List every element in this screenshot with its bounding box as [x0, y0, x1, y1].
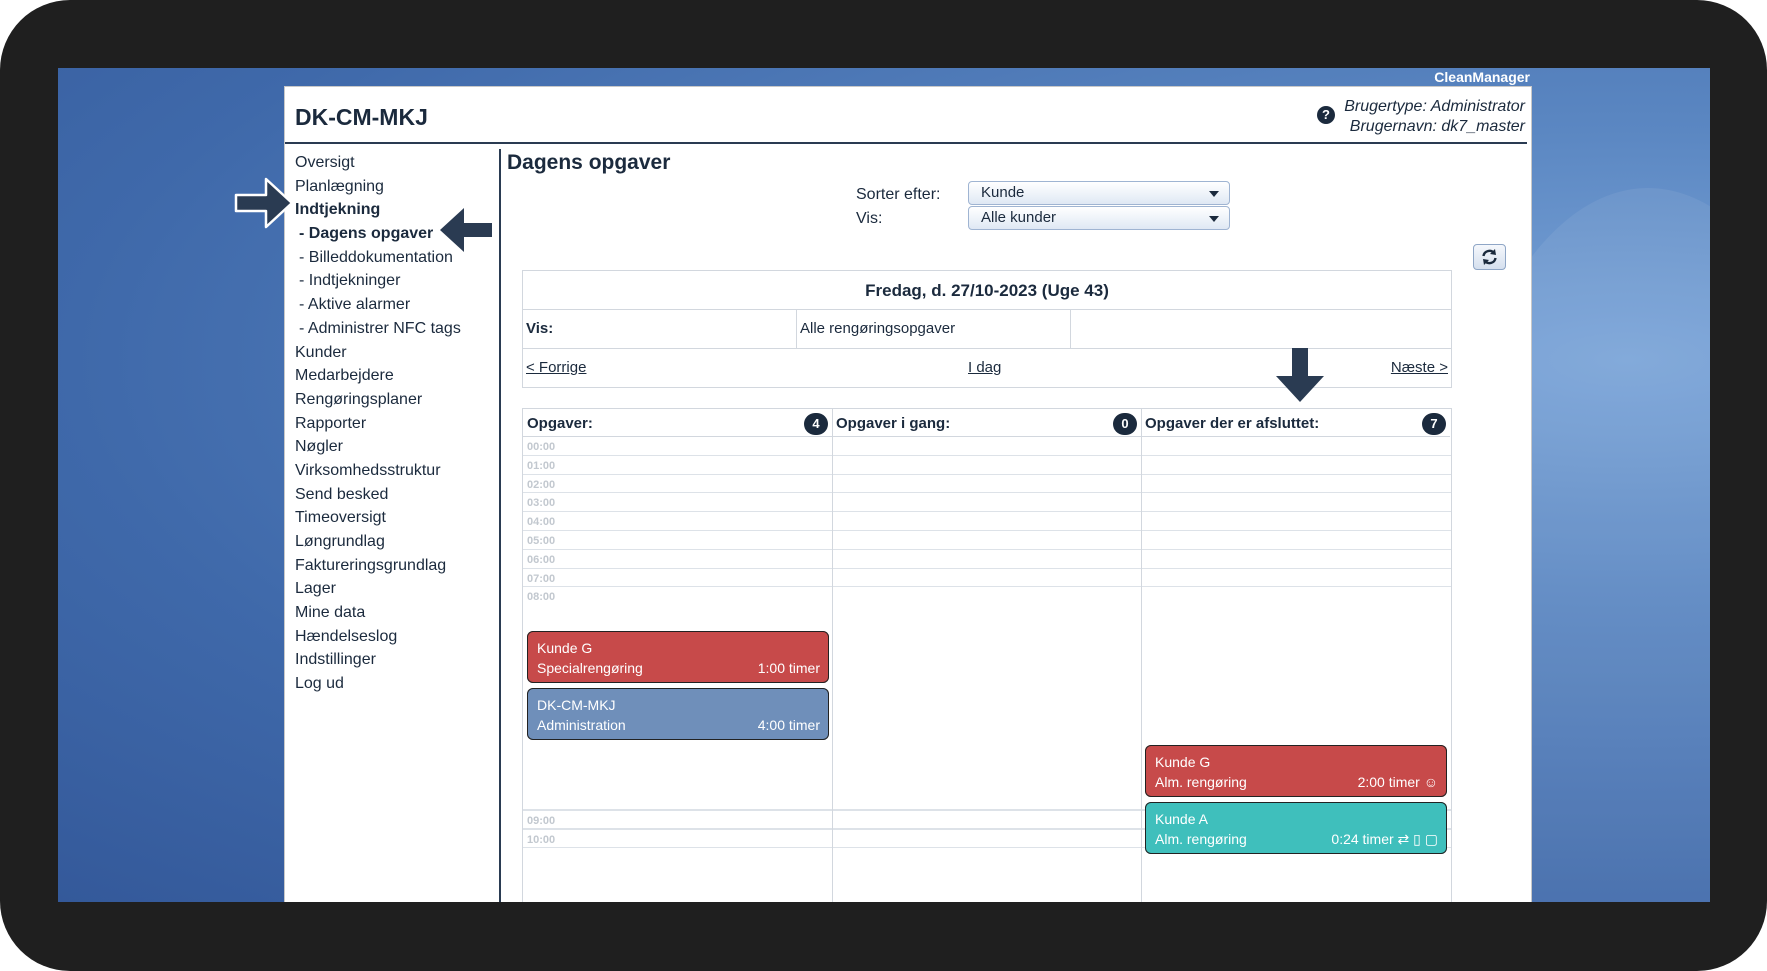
sidebar-item-faktureringsgrundlag[interactable]: Faktureringsgrundlag — [295, 554, 495, 578]
hour-label: 04:00 — [527, 516, 556, 529]
filter-label: Vis: — [523, 310, 797, 348]
task-service: Alm. rengøring — [1155, 831, 1247, 847]
hour-label: 00:00 — [527, 441, 556, 453]
hour-row: 06:00 — [523, 550, 1451, 569]
today-link[interactable]: I dag — [968, 359, 1001, 376]
sidebar-item-kunder[interactable]: Kunder — [295, 341, 495, 365]
arrow-right-icon — [234, 177, 294, 229]
count-badge: 0 — [1113, 413, 1137, 435]
hour-label: 07:00 — [527, 572, 556, 585]
filter-row: Vis: Alle rengøringsopgaver — [522, 309, 1452, 349]
hour-row: 07:00 — [523, 569, 1451, 588]
desktop-screen: CleanManager DK-CM-MKJ ? Brugertype: Adm… — [58, 68, 1710, 902]
sidebar-item-indstillinger[interactable]: Indstillinger — [295, 648, 495, 672]
hour-row: 02:00 — [523, 475, 1451, 494]
sidebar-item-rapporter[interactable]: Rapporter — [295, 412, 495, 436]
task-duration: 4:00 timer — [757, 717, 820, 733]
hour-row: 03:00 — [523, 493, 1451, 513]
hour-label: 02:00 — [527, 478, 556, 491]
next-day-link[interactable]: Næste > — [1391, 359, 1448, 376]
sidebar-item-aktive-alarmer[interactable]: - Aktive alarmer — [295, 293, 495, 317]
brand-label: CleanManager — [1434, 69, 1530, 85]
arrow-left-icon — [440, 208, 492, 252]
sidebar-item-send-besked[interactable]: Send besked — [295, 483, 495, 507]
task-customer: Kunde G — [537, 640, 593, 656]
sidebar-item-indtjekninger[interactable]: - Indtjekninger — [295, 269, 495, 293]
column-title: Opgaver i gang: — [836, 415, 951, 432]
hour-row: 00:00 — [523, 437, 1451, 456]
filter-value: Alle rengøringsopgaver — [797, 310, 1071, 348]
sidebar-divider — [499, 149, 501, 902]
task-duration: 0:24 timer ⇄ ▯ ▢ — [1331, 831, 1438, 847]
sort-select[interactable]: Kunde — [968, 181, 1230, 205]
question-circle-icon[interactable]: ? — [1317, 106, 1335, 124]
sidebar-item-log-ud[interactable]: Log ud — [295, 672, 495, 696]
task-customer: Kunde A — [1155, 811, 1208, 827]
hour-label: 01:00 — [527, 459, 556, 472]
refresh-button[interactable] — [1473, 244, 1506, 270]
task-service: Alm. rengøring — [1155, 774, 1247, 790]
hour-label: 09:00 — [527, 815, 556, 827]
prev-day-link[interactable]: < Forrige — [526, 359, 586, 376]
sidebar-item-lager[interactable]: Lager — [295, 577, 495, 601]
sort-label: Sorter efter: — [856, 186, 941, 203]
sidebar-item-nogler[interactable]: Nøgler — [295, 435, 495, 459]
task-service: Specialrengøring — [537, 660, 643, 676]
arrow-down-icon — [1276, 348, 1324, 402]
user-info: Brugertype: Administrator Brugernavn: dk… — [1344, 97, 1525, 137]
hour-row: 01:00 — [523, 456, 1451, 475]
task-card[interactable]: DK-CM-MKJ Administration 4:00 timer — [527, 688, 829, 740]
column-afsluttet: Opgaver der er afsluttet: 7 — [1141, 409, 1450, 437]
sidebar-item-rengoringsplaner[interactable]: Rengøringsplaner — [295, 388, 495, 412]
sidebar-item-medarbejdere[interactable]: Medarbejdere — [295, 364, 495, 388]
chevron-down-icon — [1209, 216, 1219, 222]
sidebar-item-nfc-tags[interactable]: - Administrer NFC tags — [295, 317, 495, 341]
count-badge: 7 — [1422, 413, 1446, 435]
hour-row: 05:00 — [523, 531, 1451, 550]
show-select-value: Alle kunder — [981, 209, 1057, 226]
sidebar-item-haendelseslog[interactable]: Hændelseslog — [295, 625, 495, 649]
sort-select-value: Kunde — [981, 184, 1025, 201]
app-title: DK-CM-MKJ — [295, 104, 428, 130]
device-frame: CleanManager DK-CM-MKJ ? Brugertype: Adm… — [0, 0, 1767, 971]
column-opgaver: Opgaver: 4 — [523, 409, 832, 437]
refresh-icon — [1482, 249, 1497, 265]
title-divider — [285, 142, 1527, 144]
hour-label: 10:00 — [527, 833, 556, 846]
column-i-gang: Opgaver i gang: 0 — [832, 409, 1141, 437]
column-divider — [832, 409, 833, 902]
hour-label: 06:00 — [527, 553, 556, 566]
task-duration: 1:00 timer — [757, 660, 820, 676]
show-label: Vis: — [856, 210, 883, 227]
user-type: Brugertype: Administrator — [1344, 98, 1525, 115]
hour-label: 08:00 — [527, 591, 556, 604]
show-select[interactable]: Alle kunder — [968, 206, 1230, 230]
task-card[interactable]: Kunde G Specialrengøring 1:00 timer — [527, 631, 829, 683]
task-customer: Kunde G — [1155, 754, 1211, 770]
task-card[interactable]: Kunde G Alm. rengøring 2:00 timer ☺ — [1145, 745, 1447, 797]
task-customer: DK-CM-MKJ — [537, 697, 616, 713]
task-card[interactable]: Kunde A Alm. rengøring 0:24 timer ⇄ ▯ ▢ — [1145, 802, 1447, 854]
column-title: Opgaver der er afsluttet: — [1145, 415, 1320, 432]
hour-label: 05:00 — [527, 535, 556, 547]
date-heading: Fredag, d. 27/10-2023 (Uge 43) — [522, 270, 1452, 310]
sidebar-item-planlaegning[interactable]: Planlægning — [295, 175, 495, 199]
column-divider — [1141, 409, 1142, 902]
sidebar-item-timeoversigt[interactable]: Timeoversigt — [295, 506, 495, 530]
hour-row: 04:00 — [523, 512, 1451, 531]
sidebar-item-virksomhedsstruktur[interactable]: Virksomhedsstruktur — [295, 459, 495, 483]
page-title: Dagens opgaver — [507, 151, 671, 174]
task-duration: 2:00 timer ☺ — [1357, 774, 1438, 790]
hour-label: 03:00 — [527, 497, 556, 510]
task-service: Administration — [537, 717, 626, 733]
sidebar-item-oversigt[interactable]: Oversigt — [295, 151, 495, 175]
column-title: Opgaver: — [527, 415, 593, 432]
task-board: 00:00 01:00 02:00 03:00 04:00 05:00 06:00 07:00… — [522, 408, 1452, 902]
sidebar-item-mine-data[interactable]: Mine data — [295, 601, 495, 625]
count-badge: 4 — [804, 413, 828, 435]
user-name: Brugernavn: dk7_master — [1349, 118, 1525, 135]
chevron-down-icon — [1209, 191, 1219, 197]
sidebar-item-longrundlag[interactable]: Løngrundlag — [295, 530, 495, 554]
